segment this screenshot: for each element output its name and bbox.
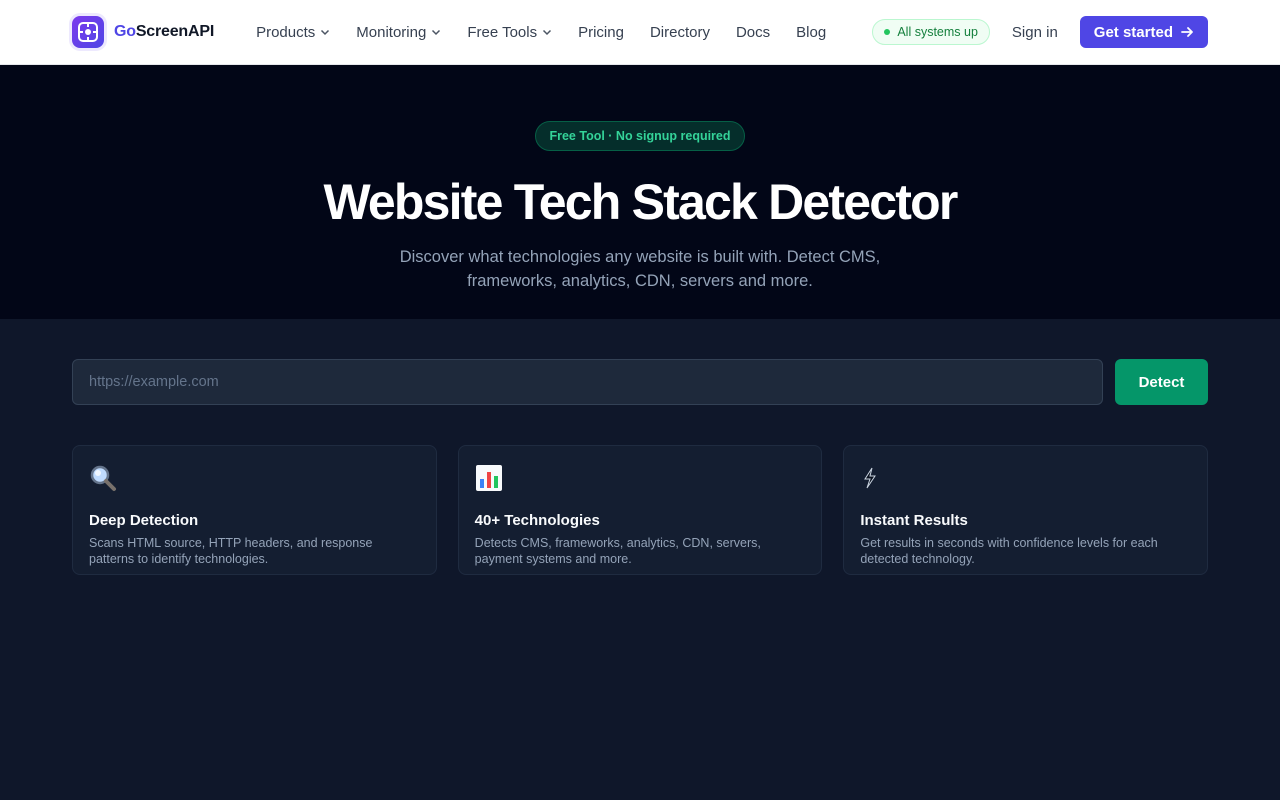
bar-chart-icon	[475, 462, 806, 494]
feature-cards: Deep Detection Scans HTML source, HTTP h…	[72, 445, 1209, 575]
magnifier-icon	[89, 462, 420, 494]
system-status-text: All systems up	[897, 25, 978, 39]
nav-item-label: Monitoring	[356, 23, 427, 41]
page-title: Website Tech Stack Detector	[323, 174, 958, 230]
feature-title: 40+ Technologies	[474, 512, 600, 529]
lightning-icon	[860, 462, 1191, 494]
detect-button[interactable]: Detect	[1115, 359, 1208, 405]
brand-logo-link[interactable]: GoScreenAPI	[72, 16, 214, 48]
free-tool-badge: Free Tool · No signup required	[535, 121, 745, 151]
hero-section: Free Tool · No signup required Website T…	[0, 65, 1280, 319]
nav-links: Products Monitoring Free Tools Pricing D…	[256, 24, 826, 41]
feature-card-technologies: 40+ Technologies Detects CMS, frameworks…	[457, 445, 823, 575]
nav-item-label: Free Tools	[467, 23, 538, 41]
url-search-form: Detect	[72, 359, 1208, 405]
get-started-button[interactable]: Get started	[1079, 16, 1208, 48]
nav-item-blog[interactable]: Blog	[796, 24, 826, 41]
feature-description: Scans HTML source, HTTP headers, and res…	[89, 536, 373, 566]
main-content: Detect Deep Detection Scans HTML source,…	[0, 319, 1280, 575]
feature-description: Get results in seconds with confidence l…	[860, 536, 1158, 566]
feature-card-instant-results: Instant Results Get results in seconds w…	[843, 445, 1209, 575]
nav-item-products[interactable]: Products	[256, 24, 330, 41]
nav-item-pricing[interactable]: Pricing	[578, 24, 624, 41]
arrow-right-icon	[1181, 27, 1193, 37]
nav-item-label: Products	[256, 23, 316, 41]
nav-item-free-tools[interactable]: Free Tools	[467, 24, 552, 41]
chevron-down-icon	[432, 29, 441, 36]
chevron-down-icon	[543, 29, 552, 36]
brand-prefix: Go	[114, 23, 136, 40]
page-subtitle: Discover what technologies any website i…	[399, 248, 881, 290]
feature-card-deep-detection: Deep Detection Scans HTML source, HTTP h…	[72, 445, 437, 575]
chevron-down-icon	[321, 29, 330, 36]
feature-title: Instant Results	[860, 512, 968, 529]
sign-in-link[interactable]: Sign in	[1012, 24, 1058, 41]
top-navbar: GoScreenAPI Products Monitoring Free Too…	[0, 0, 1280, 65]
brand-name: GoScreenAPI	[114, 23, 214, 41]
nav-item-directory[interactable]: Directory	[650, 24, 710, 41]
url-input[interactable]	[72, 359, 1103, 405]
nav-actions: All systems up Sign in Get started	[872, 16, 1208, 48]
nav-item-monitoring[interactable]: Monitoring	[356, 24, 441, 41]
get-started-label: Get started	[1093, 23, 1173, 41]
nav-item-docs[interactable]: Docs	[736, 24, 770, 41]
brand-suffix: ScreenAPI	[135, 23, 215, 40]
status-dot-icon	[884, 29, 891, 35]
feature-description: Detects CMS, frameworks, analytics, CDN,…	[474, 536, 761, 566]
feature-title: Deep Detection	[89, 512, 199, 529]
logo-icon	[72, 16, 104, 48]
system-status-badge[interactable]: All systems up	[872, 19, 990, 45]
